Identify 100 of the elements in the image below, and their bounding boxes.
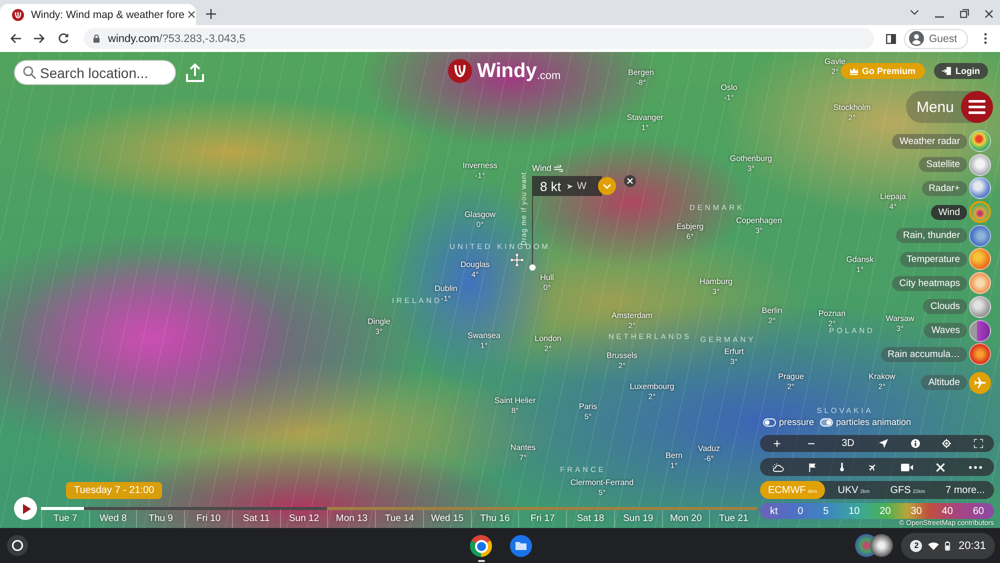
time-tooltip: Tuesday 7 - 21:00 [66,482,162,499]
crown-icon [850,68,858,74]
city-name: Esbjerg [676,222,704,232]
airplane-icon[interactable] [868,462,877,472]
new-tab-icon[interactable] [206,9,216,19]
city-name: Hamburg [700,277,732,287]
layer-thumbnail-icon[interactable] [969,201,991,224]
city-name: Gothenburg [730,154,772,164]
folder-app-icon[interactable] [510,534,532,556]
lock-icon [93,34,100,43]
thermometer-icon[interactable] [840,462,844,472]
login-icon [942,67,950,75]
flag-icon[interactable] [808,462,817,472]
navigation-arrow-icon[interactable] [878,439,888,448]
play-icon [22,504,30,514]
active-app-indicator [478,560,484,562]
info-icon[interactable] [910,439,920,448]
direction-arrow-icon [566,184,573,188]
legend-value: 60 [972,506,984,516]
legend-value: 30 [910,506,922,516]
layer-button[interactable]: Temperature [900,252,967,267]
layer-button[interactable]: Wind [931,204,967,220]
picker-panel[interactable]: 8 kt W [532,176,602,196]
logo-suffix: .com [536,70,561,82]
search-icon [23,66,36,79]
profile-button[interactable]: Guest [904,28,968,48]
layer-button[interactable]: Radar+ [922,180,967,196]
city-name: Brussels [606,351,638,361]
layer-button[interactable]: Weather radar [892,134,967,148]
chevron-down-icon[interactable] [910,10,919,15]
timeline-track[interactable] [41,507,757,510]
more-models-button[interactable]: 7 more... [938,481,994,499]
side-panel-icon[interactable] [886,34,896,44]
city-name: Erfurt [724,347,744,357]
layer-button[interactable]: Rain, thunder [896,228,967,244]
legend-value: 0 [798,506,804,516]
logo-text[interactable]: Windy [477,59,537,83]
city-name: Swansea [468,331,500,341]
restore-window-icon[interactable] [960,9,969,18]
city-name: Dublin [434,284,458,294]
city-name: Krakow [868,372,896,382]
back-arrow-icon[interactable] [10,33,21,44]
city-name: Vaduz [698,444,720,454]
address-field[interactable]: windy.com/?53.283,-3.043,5 [84,28,874,49]
gps-target-icon[interactable] [942,439,952,448]
layer-button[interactable]: Altitude [921,375,967,390]
login-button[interactable]: Login [934,63,988,79]
layer-button[interactable]: City heatmaps [892,276,967,291]
close-button[interactable] [624,175,636,187]
overlay-toggle[interactable]: particles animation [820,416,912,428]
legend-unit: kt [770,506,778,516]
picker-direction: W [576,180,586,192]
zoom-out-button[interactable]: − [805,436,818,451]
reload-icon[interactable] [58,33,69,44]
city-name: Glasgow [464,210,496,220]
3d-view-button[interactable]: 3D [840,436,856,451]
layer-button[interactable]: Satellite [919,157,967,172]
city-name: Stockholm [833,103,871,113]
layer-button[interactable]: Rain accumula… [880,346,967,362]
wifi-icon [928,542,940,550]
image-thumbnails-icon[interactable] [855,534,894,557]
city-name: Luxembourg [630,382,674,392]
menu-button[interactable]: Menu [906,91,993,123]
legend-value: 20 [880,506,891,516]
search-field[interactable]: Search location... [14,60,176,85]
cloud-sun-icon[interactable] [772,462,784,472]
city-name: Bern [666,451,682,461]
overlay-toggle[interactable]: pressure [763,416,814,428]
picker-value: 8 kt [540,178,561,194]
layer-button[interactable]: Waves [924,323,967,338]
play-button[interactable] [14,497,37,520]
browser-app-icon[interactable] [470,535,492,557]
share-icon[interactable] [186,63,204,82]
expand-button[interactable] [598,177,616,195]
location-marker-icon[interactable] [529,264,536,271]
minimize-icon[interactable] [935,16,944,18]
more-menu-icon[interactable] [984,33,987,44]
notification-count: 2 [910,540,922,552]
forward-arrow-icon[interactable] [34,33,45,44]
close-window-icon[interactable] [985,10,993,18]
legend-value: 40 [942,506,953,516]
close-icon[interactable] [188,11,196,18]
layer-button[interactable]: Clouds [923,299,967,314]
city-name: Stavanger [626,113,664,123]
browser-tab[interactable]: Windy: Wind map & weather fore [0,4,196,25]
move-cursor-icon [510,253,524,267]
logo-icon[interactable] [448,59,472,83]
video-camera-icon[interactable] [900,462,913,472]
close-icon [627,178,633,184]
city-name: Bergen [628,68,654,78]
fullscreen-icon[interactable] [974,439,983,448]
hamburger-menu-icon [961,91,993,123]
city-name: Gdansk [846,255,874,265]
more-options-icon[interactable] [969,466,982,468]
launcher-icon[interactable] [7,535,28,556]
zoom-in-button[interactable]: + [771,436,783,451]
status-tray[interactable]: 2 20:31 [901,532,995,558]
clock-time: 20:31 [958,540,986,552]
legend-value: 5 [823,506,829,516]
avatar-icon [908,31,924,46]
